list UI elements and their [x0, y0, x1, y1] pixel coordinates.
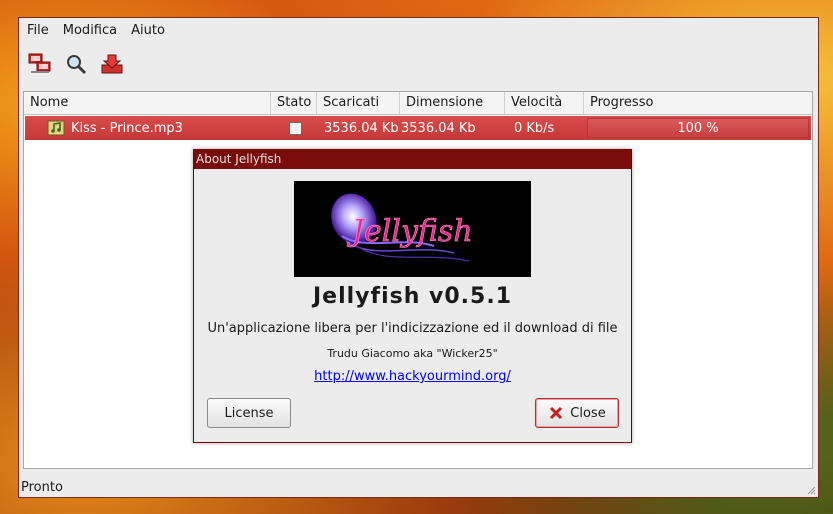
- logo-text: Jellyfish: [346, 214, 473, 249]
- app-logo: Jellyfish: [294, 181, 531, 277]
- app-title: Jellyfish v0.5.1: [312, 284, 513, 309]
- column-stato[interactable]: Stato: [271, 92, 317, 114]
- license-label: License: [224, 405, 274, 421]
- menu-modifica[interactable]: Modifica: [56, 18, 124, 44]
- close-button[interactable]: Close: [535, 398, 619, 428]
- status-bar: Pronto: [21, 480, 63, 495]
- menu-aiuto[interactable]: Aiuto: [124, 18, 172, 44]
- connect-button[interactable]: [26, 50, 54, 78]
- dialog-title: About Jellyfish: [194, 150, 631, 169]
- cell-size: 3536.04 Kb: [401, 120, 476, 136]
- download-button[interactable]: [98, 50, 126, 78]
- cell-downloaded: 3536.04 Kb: [324, 120, 399, 136]
- search-icon: [67, 55, 87, 75]
- menu-bar: File Modifica Aiuto: [19, 18, 818, 44]
- toolbar: [19, 46, 818, 82]
- column-scaricati[interactable]: Scaricati: [317, 92, 400, 114]
- close-icon: [548, 405, 564, 421]
- license-button[interactable]: License: [207, 398, 291, 428]
- cell-progress: 100 %: [585, 116, 811, 140]
- close-label: Close: [570, 405, 606, 421]
- table-row[interactable]: Kiss - Prince.mp3 3536.04 Kb 3536.04 Kb …: [25, 116, 811, 140]
- column-progresso[interactable]: Progresso: [584, 92, 812, 114]
- list-header: Nome Stato Scaricati Dimensione Velocità…: [24, 92, 812, 115]
- progress-text: 100 %: [677, 121, 719, 136]
- cell-status: [272, 121, 318, 135]
- file-name: Kiss - Prince.mp3: [71, 120, 183, 136]
- app-description: Un'applicazione libera per l'indicizzazi…: [207, 321, 618, 336]
- download-icon: [101, 54, 123, 74]
- website-link[interactable]: http://www.hackyourmind.org/: [194, 369, 631, 384]
- menu-file[interactable]: File: [19, 18, 56, 44]
- resize-grip-icon[interactable]: [806, 485, 816, 495]
- network-icon: [28, 53, 51, 73]
- cell-speed: 0 Kb/s: [514, 120, 555, 136]
- about-dialog: About Jellyfish Jellyfish Jellyfish v0.5…: [193, 149, 632, 443]
- progress-bar: 100 %: [587, 118, 809, 138]
- cell-name: Kiss - Prince.mp3: [25, 120, 272, 136]
- column-nome[interactable]: Nome: [24, 92, 271, 114]
- search-button[interactable]: [62, 50, 90, 78]
- app-author: Trudu Giacomo aka "Wicker25": [327, 347, 498, 360]
- status-checkbox[interactable]: [288, 121, 302, 135]
- music-file-icon: [47, 120, 65, 136]
- column-velocita[interactable]: Velocità: [505, 92, 584, 114]
- column-dimensione[interactable]: Dimensione: [400, 92, 505, 114]
